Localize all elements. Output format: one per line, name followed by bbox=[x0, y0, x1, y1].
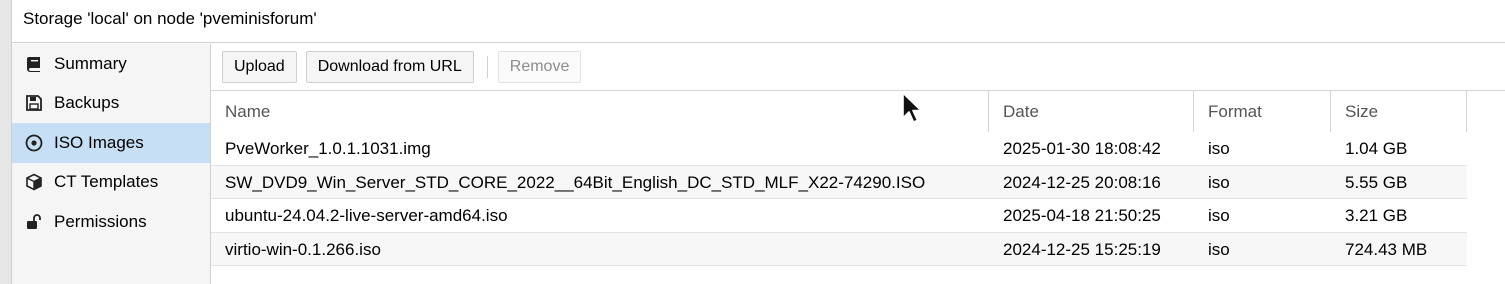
cell-date: 2024-12-25 20:08:16 bbox=[1003, 172, 1161, 192]
table-row[interactable]: SW_DVD9_Win_Server_STD_CORE_2022__64Bit_… bbox=[211, 165, 1467, 199]
toolbar-separator bbox=[486, 56, 488, 78]
sidebar-item-label: Summary bbox=[54, 53, 127, 73]
panel-title: Storage 'local' on node 'pveminisforum' bbox=[12, 0, 1505, 43]
grid-header: Name Date Format Size bbox=[211, 91, 1497, 132]
column-header-name[interactable]: Name bbox=[211, 91, 989, 132]
sidebar-item-backups[interactable]: Backups bbox=[12, 84, 210, 124]
toolbar: Upload Download from URL Remove bbox=[211, 44, 1505, 91]
table-row[interactable]: virtio-win-0.1.266.iso 2024-12-25 15:25:… bbox=[211, 232, 1467, 266]
book-icon bbox=[23, 53, 45, 75]
sidebar-item-label: Permissions bbox=[54, 211, 147, 231]
content-area: Upload Download from URL Remove Name Dat… bbox=[211, 44, 1505, 284]
cell-date: 2024-12-25 15:25:19 bbox=[1003, 239, 1161, 259]
sidebar-item-ct-templates[interactable]: CT Templates bbox=[12, 163, 210, 203]
column-header-format[interactable]: Format bbox=[1194, 91, 1331, 132]
left-edge-strip bbox=[0, 0, 12, 284]
cell-size: 1.04 GB bbox=[1345, 139, 1408, 158]
cell-name: PveWorker_1.0.1.1031.img bbox=[225, 139, 431, 158]
unlock-icon bbox=[23, 211, 45, 233]
table-row[interactable]: ubuntu-24.04.2-live-server-amd64.iso 202… bbox=[211, 199, 1467, 233]
mouse-cursor-icon bbox=[902, 92, 922, 123]
cell-name: SW_DVD9_Win_Server_STD_CORE_2022__64Bit_… bbox=[225, 172, 926, 192]
upload-button[interactable]: Upload bbox=[222, 51, 297, 83]
cube-icon bbox=[23, 171, 45, 193]
cell-format: iso bbox=[1208, 139, 1230, 158]
iso-grid: Name Date Format Size PveWorker_1.0.1.10… bbox=[211, 91, 1497, 266]
sidebar-item-iso-images[interactable]: ISO Images bbox=[12, 123, 210, 163]
sidebar-item-summary[interactable]: Summary bbox=[12, 44, 210, 84]
column-header-date[interactable]: Date bbox=[989, 91, 1194, 132]
table-row[interactable]: PveWorker_1.0.1.1031.img 2025-01-30 18:0… bbox=[211, 132, 1467, 166]
sidebar-item-label: CT Templates bbox=[54, 172, 159, 192]
sidebar-item-label: ISO Images bbox=[54, 132, 144, 152]
cell-size: 3.21 GB bbox=[1345, 206, 1408, 225]
cell-date: 2025-04-18 21:50:25 bbox=[1003, 206, 1161, 225]
sidebar-item-label: Backups bbox=[54, 93, 120, 113]
download-from-url-button[interactable]: Download from URL bbox=[305, 51, 474, 83]
cell-name: virtio-win-0.1.266.iso bbox=[225, 239, 381, 259]
floppy-icon bbox=[23, 92, 45, 114]
sidebar-item-permissions[interactable]: Permissions bbox=[12, 202, 210, 242]
cell-name: ubuntu-24.04.2-live-server-amd64.iso bbox=[225, 206, 508, 225]
remove-button[interactable]: Remove bbox=[497, 51, 582, 83]
cell-format: iso bbox=[1208, 206, 1230, 225]
cell-date: 2025-01-30 18:08:42 bbox=[1003, 139, 1161, 158]
cell-format: iso bbox=[1208, 172, 1230, 192]
disc-icon bbox=[23, 132, 45, 154]
sidebar: Summary Backups ISO Images CT Templates … bbox=[12, 44, 211, 284]
storage-panel: Storage 'local' on node 'pveminisforum' … bbox=[12, 0, 1505, 284]
column-header-size[interactable]: Size bbox=[1331, 91, 1467, 132]
cell-size: 5.55 GB bbox=[1345, 172, 1408, 192]
column-header-filler bbox=[1467, 91, 1497, 132]
cell-format: iso bbox=[1208, 239, 1230, 259]
cell-size: 724.43 MB bbox=[1345, 239, 1428, 259]
